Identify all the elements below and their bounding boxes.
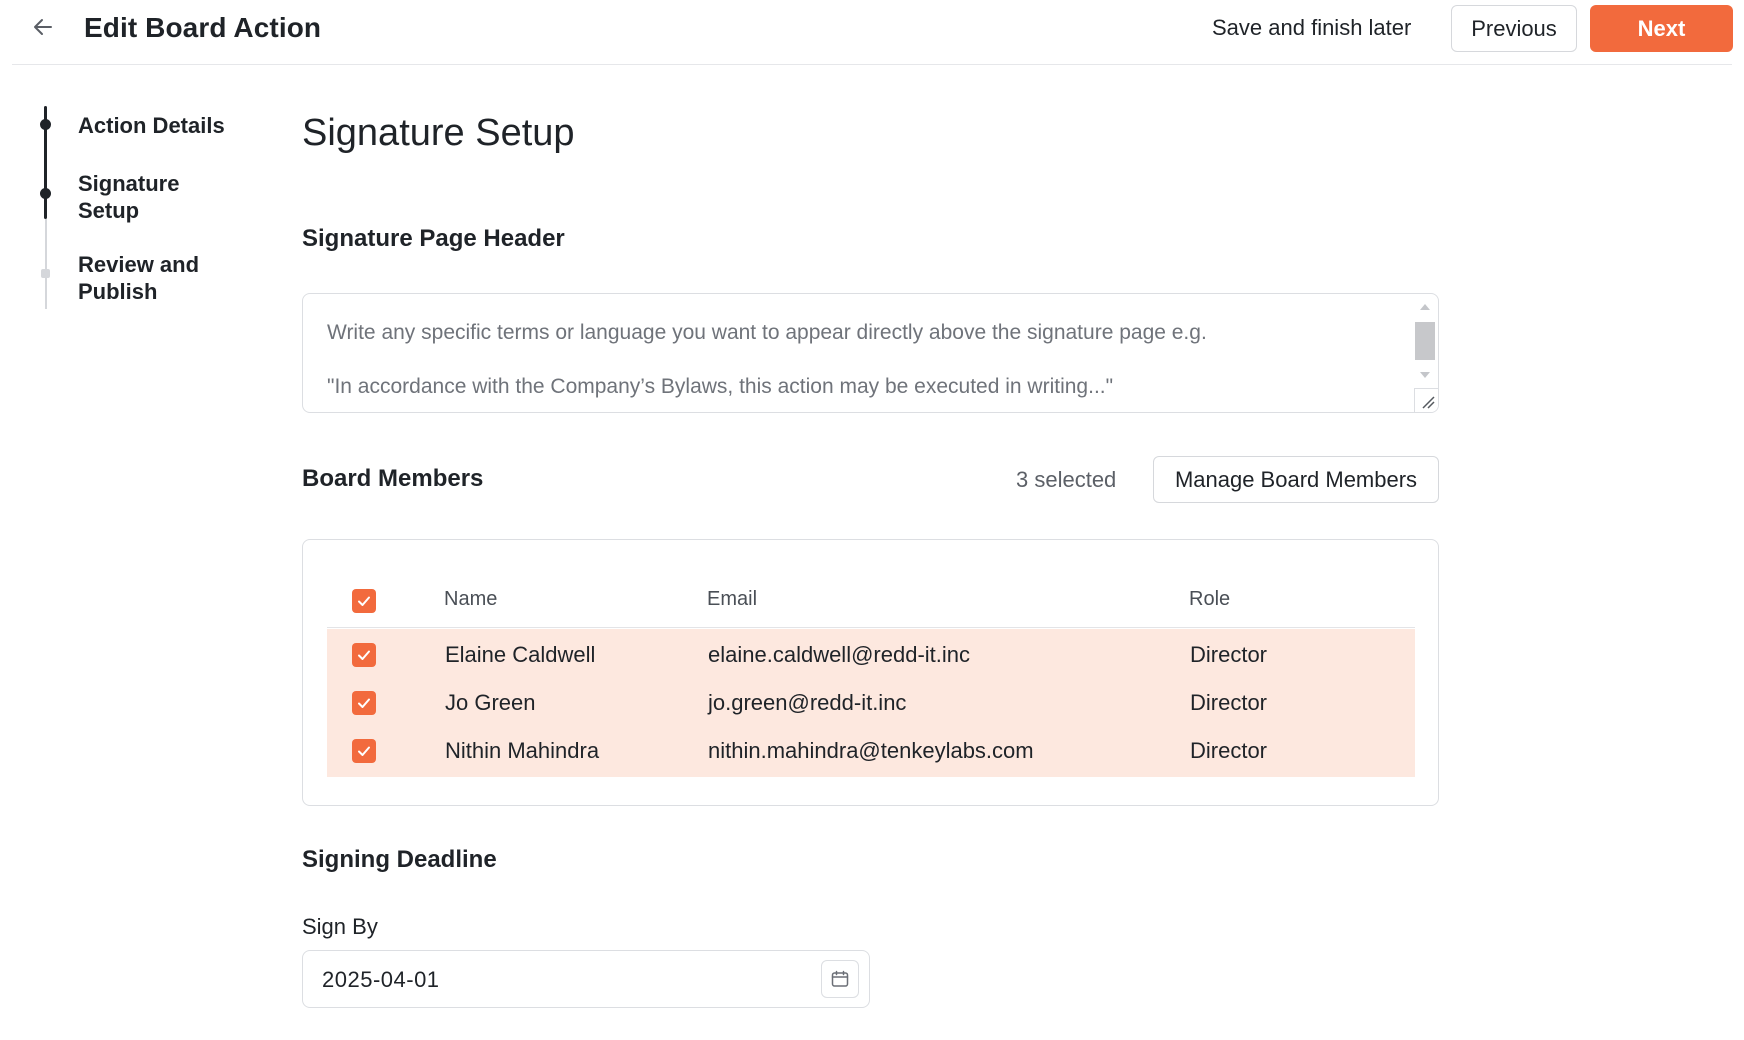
checkmark-icon xyxy=(358,596,370,606)
step-action-details[interactable]: Action Details xyxy=(78,112,225,139)
signature-header-textarea[interactable]: Write any specific terms or language you… xyxy=(302,293,1439,413)
step-label-line: Setup xyxy=(78,198,140,223)
table-header-row: Name Email Role xyxy=(327,576,1415,628)
column-header-name: Name xyxy=(444,588,498,610)
progress-stepper: Action Details Signature Setup Review an… xyxy=(36,104,266,324)
table-row[interactable]: Nithin Mahindra nithin.mahindra@tenkeyla… xyxy=(327,725,1415,777)
member-email: elaine.caldwell@redd-it.inc xyxy=(708,642,971,667)
select-all-checkbox[interactable] xyxy=(352,589,376,613)
checkmark-icon xyxy=(358,650,370,660)
member-email: nithin.mahindra@tenkeylabs.com xyxy=(708,738,1034,763)
textarea-placeholder-line: "In accordance with the Company’s Bylaws… xyxy=(327,375,1114,398)
column-header-role: Role xyxy=(1189,588,1231,610)
step-label-line: Review and xyxy=(78,252,200,277)
previous-button[interactable]: Previous xyxy=(1451,5,1577,52)
manage-board-members-button[interactable]: Manage Board Members xyxy=(1153,456,1439,503)
table-row[interactable]: Elaine Caldwell elaine.caldwell@redd-it.… xyxy=(327,629,1415,681)
textarea-placeholder-line: Write any specific terms or language you… xyxy=(327,321,1207,344)
row-checkbox[interactable] xyxy=(352,739,376,763)
stepper-remaining-line xyxy=(44,219,47,309)
board-members-heading: Board Members xyxy=(302,465,484,492)
scroll-down-arrow-icon[interactable] xyxy=(1420,372,1430,378)
member-email: jo.green@redd-it.inc xyxy=(708,690,907,715)
row-checkbox[interactable] xyxy=(352,643,376,667)
member-role: Director xyxy=(1190,642,1268,667)
step-dot-current xyxy=(40,188,51,199)
step-label-line: Action Details xyxy=(78,113,225,138)
scroll-thumb[interactable] xyxy=(1415,322,1435,360)
member-name: Elaine Caldwell xyxy=(445,642,596,667)
main-content: Signature Setup Signature Page Header Wr… xyxy=(302,0,1442,1040)
column-header-email: Email xyxy=(707,588,758,610)
sign-by-date-input[interactable]: 2025-04-01 xyxy=(302,950,870,1008)
signing-deadline-heading: Signing Deadline xyxy=(302,846,497,873)
section-title: Signature Setup xyxy=(302,112,575,154)
selected-count: 3 selected xyxy=(1016,467,1117,492)
resize-handle-icon[interactable] xyxy=(1414,388,1438,412)
step-signature-setup[interactable]: Signature Setup xyxy=(78,170,179,224)
calendar-icon xyxy=(831,970,849,987)
next-button[interactable]: Next xyxy=(1590,5,1733,52)
member-name: Nithin Mahindra xyxy=(445,738,600,763)
step-label-line: Signature xyxy=(78,171,180,196)
page-title: Edit Board Action xyxy=(84,12,322,43)
step-dot-upcoming xyxy=(41,269,50,278)
checkmark-icon xyxy=(358,746,370,756)
member-role: Director xyxy=(1190,690,1268,715)
sign-by-date-value: 2025-04-01 xyxy=(322,967,440,992)
step-dot-complete xyxy=(40,119,51,130)
step-review-and-publish[interactable]: Review and Publish xyxy=(78,251,199,305)
back-button[interactable] xyxy=(26,10,60,44)
member-role: Director xyxy=(1190,738,1268,763)
date-picker-button[interactable] xyxy=(821,960,859,998)
member-name: Jo Green xyxy=(445,690,536,715)
step-label-line: Publish xyxy=(78,279,158,304)
table-row[interactable]: Jo Green jo.green@redd-it.inc Director xyxy=(327,677,1415,729)
checkmark-icon xyxy=(358,698,370,708)
scroll-up-arrow-icon[interactable] xyxy=(1420,304,1430,310)
sign-by-label: Sign By xyxy=(302,914,378,939)
row-checkbox[interactable] xyxy=(352,691,376,715)
signature-page-header-heading: Signature Page Header xyxy=(302,225,565,252)
arrow-left-icon xyxy=(34,19,52,35)
board-members-table: Name Email Role Elaine Caldwell elaine.c… xyxy=(302,539,1439,806)
